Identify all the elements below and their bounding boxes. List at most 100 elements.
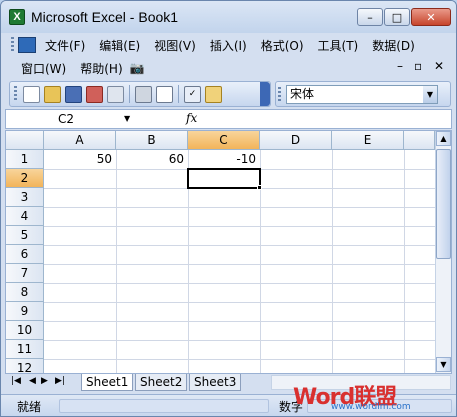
menu-help[interactable]: 帮助(H) xyxy=(73,60,129,77)
column-header-e[interactable]: E xyxy=(332,131,404,150)
cell-a1[interactable]: 50 xyxy=(44,150,116,169)
title-bar[interactable]: X Microsoft Excel - Book1 – □ ✕ xyxy=(1,1,456,33)
cell-b1[interactable]: 60 xyxy=(116,150,188,169)
excel-window: X Microsoft Excel - Book1 – □ ✕ 文件(F) 编辑… xyxy=(0,0,457,417)
menu-window[interactable]: 窗口(W) xyxy=(5,60,73,77)
column-header-d[interactable]: D xyxy=(260,131,332,150)
row-header-10[interactable]: 10 xyxy=(6,321,44,340)
doc-restore-button[interactable]: ▫ xyxy=(414,59,422,73)
row-header-6[interactable]: 6 xyxy=(6,245,44,264)
gridline xyxy=(44,321,435,322)
document-icon[interactable] xyxy=(18,37,36,53)
menu-file[interactable]: 文件(F) xyxy=(38,37,92,54)
gridline xyxy=(332,150,333,373)
new-icon[interactable] xyxy=(23,85,40,103)
menu-bar-row2: 窗口(W) 帮助(H) 📷 xyxy=(5,57,453,79)
toolbar-separator xyxy=(178,85,179,103)
menu-data[interactable]: 数据(D) xyxy=(365,37,422,54)
chevron-down-icon[interactable]: ▼ xyxy=(423,86,437,103)
gridline xyxy=(44,226,435,227)
gridline xyxy=(44,264,435,265)
column-header-b[interactable]: B xyxy=(116,131,188,150)
row-header-8[interactable]: 8 xyxy=(6,283,44,302)
menu-format[interactable]: 格式(O) xyxy=(254,37,311,54)
row-header-9[interactable]: 9 xyxy=(6,302,44,321)
gridline xyxy=(44,302,435,303)
prev-sheet-button[interactable]: ◀ xyxy=(29,376,36,386)
excel-app-icon[interactable]: X xyxy=(9,9,25,25)
research-icon[interactable] xyxy=(205,85,222,103)
active-cell-c2[interactable] xyxy=(187,168,261,189)
tab-sheet3[interactable]: Sheet3 xyxy=(189,374,242,391)
formula-bar: C2 ▼ fx xyxy=(5,109,452,129)
name-box[interactable]: C2 xyxy=(8,111,132,127)
worksheet-grid[interactable]: A B C D E 1 2 3 4 5 6 7 8 9 10 11 12 50 … xyxy=(5,130,452,374)
menu-edit[interactable]: 编辑(E) xyxy=(92,37,147,54)
standard-toolbar: ✓ xyxy=(9,81,271,107)
gridline xyxy=(44,359,435,360)
fill-handle[interactable] xyxy=(257,185,262,190)
font-name-value: 宋体 xyxy=(290,87,315,101)
scroll-thumb[interactable] xyxy=(436,149,451,259)
row-header-5[interactable]: 5 xyxy=(6,226,44,245)
spelling-icon[interactable]: ✓ xyxy=(184,85,201,103)
window-title: Microsoft Excel - Book1 xyxy=(31,9,179,25)
row-header-3[interactable]: 3 xyxy=(6,188,44,207)
tab-sheet2[interactable]: Sheet2 xyxy=(135,374,188,391)
menu-tools[interactable]: 工具(T) xyxy=(311,37,366,54)
gridline xyxy=(44,207,435,208)
scroll-up-button[interactable]: ▲ xyxy=(436,131,451,146)
select-all-button[interactable] xyxy=(6,131,44,150)
maximize-button[interactable]: □ xyxy=(384,8,410,26)
column-header-partial[interactable] xyxy=(404,131,435,150)
cell-c1[interactable]: -10 xyxy=(188,150,260,169)
permission-icon[interactable] xyxy=(86,85,103,103)
doc-close-button[interactable]: ✕ xyxy=(434,59,444,73)
name-box-dropdown-icon[interactable]: ▼ xyxy=(124,114,130,123)
watermark-url: www.wordlm.com xyxy=(331,402,411,412)
toolbar-separator xyxy=(129,85,130,103)
doc-minimize-button[interactable]: – xyxy=(397,59,403,73)
menu-bar: 文件(F) 编辑(E) 视图(V) 插入(I) 格式(O) 工具(T) 数据(D… xyxy=(5,33,453,57)
menu-view[interactable]: 视图(V) xyxy=(147,37,203,54)
save-icon[interactable] xyxy=(65,85,82,103)
formatting-toolbar: 宋体 ▼ xyxy=(275,81,451,107)
row-header-2[interactable]: 2 xyxy=(6,169,44,188)
row-header-1[interactable]: 1 xyxy=(6,150,44,169)
camera-icon[interactable]: 📷 xyxy=(130,61,145,75)
tab-sheet1[interactable]: Sheet1 xyxy=(81,374,134,391)
close-button[interactable]: ✕ xyxy=(411,8,451,26)
gridline xyxy=(44,283,435,284)
toolbar-options-button[interactable] xyxy=(260,82,270,106)
row-header-12[interactable]: 12 xyxy=(6,359,44,373)
status-segment xyxy=(59,399,269,413)
print-preview-icon[interactable] xyxy=(156,85,173,103)
formula-input[interactable] xyxy=(204,111,449,127)
insert-function-icon[interactable]: fx xyxy=(186,111,197,125)
print-icon[interactable] xyxy=(135,85,152,103)
formatting-grip[interactable] xyxy=(278,87,281,103)
row-header-7[interactable]: 7 xyxy=(6,264,44,283)
gridline xyxy=(44,245,435,246)
toolbar-grip[interactable] xyxy=(14,86,17,102)
column-header-a[interactable]: A xyxy=(44,131,116,150)
menubar-grip[interactable] xyxy=(11,37,14,53)
column-header-c[interactable]: C xyxy=(188,131,260,150)
row-header-4[interactable]: 4 xyxy=(6,207,44,226)
font-name-select[interactable]: 宋体 ▼ xyxy=(286,85,438,104)
next-sheet-button[interactable]: ▶ xyxy=(41,376,48,386)
gridline xyxy=(404,150,405,373)
name-box-value: C2 xyxy=(58,112,75,126)
open-icon[interactable] xyxy=(44,85,61,103)
menu-insert[interactable]: 插入(I) xyxy=(203,37,254,54)
gridline xyxy=(44,340,435,341)
last-sheet-button[interactable]: ▶| xyxy=(55,376,65,386)
scroll-down-button[interactable]: ▼ xyxy=(436,357,451,372)
status-mode: 就绪 xyxy=(17,400,42,414)
vertical-scrollbar[interactable]: ▲ ▼ xyxy=(435,131,451,373)
first-sheet-button[interactable]: |◀ xyxy=(11,376,21,386)
mail-icon[interactable] xyxy=(107,85,124,103)
gridline xyxy=(116,150,117,373)
row-header-11[interactable]: 11 xyxy=(6,340,44,359)
minimize-button[interactable]: – xyxy=(357,8,383,26)
